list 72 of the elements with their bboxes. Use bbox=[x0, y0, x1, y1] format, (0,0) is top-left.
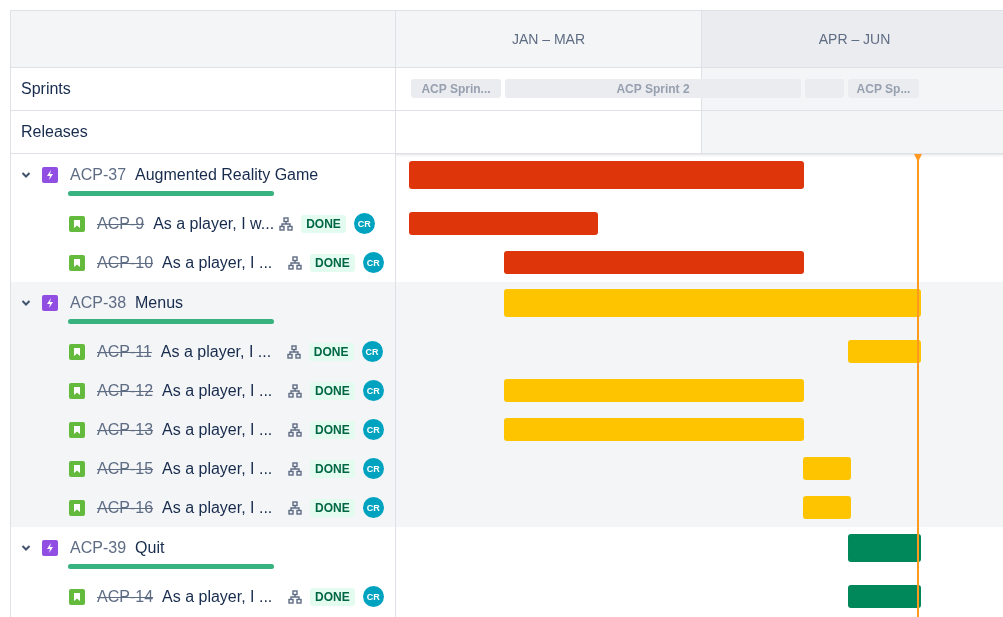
bookmark-icon bbox=[69, 421, 85, 438]
quarter-label: APR – JUN bbox=[818, 31, 891, 47]
issue-key[interactable]: ACP-9 bbox=[97, 214, 145, 233]
issue-key[interactable]: ACP-16 bbox=[97, 498, 154, 517]
bookmark-icon bbox=[69, 499, 85, 516]
avatar[interactable]: CR bbox=[362, 586, 384, 607]
lightning-icon bbox=[42, 166, 58, 183]
avatar[interactable]: CR bbox=[362, 419, 384, 440]
row-label: Sprints bbox=[21, 80, 71, 98]
bookmark-icon bbox=[69, 254, 85, 271]
issue-summary[interactable]: As a player, I ... bbox=[162, 498, 287, 517]
status-lozenge[interactable]: DONE bbox=[310, 587, 355, 606]
epic-bar[interactable] bbox=[409, 161, 804, 189]
avatar[interactable]: CR bbox=[362, 458, 384, 479]
issue-summary[interactable]: As a player, I ... bbox=[162, 420, 287, 439]
status-lozenge[interactable]: DONE bbox=[308, 342, 354, 361]
hierarchy-icon bbox=[288, 500, 303, 515]
issue-key[interactable]: ACP-38 bbox=[70, 293, 127, 312]
status-lozenge[interactable]: DONE bbox=[310, 498, 355, 517]
lightning-icon bbox=[42, 294, 58, 311]
avatar[interactable]: CR bbox=[362, 380, 384, 401]
issue-bar[interactable] bbox=[504, 379, 804, 402]
hierarchy-icon bbox=[288, 255, 303, 270]
issue-bar[interactable] bbox=[848, 585, 921, 608]
issue-summary[interactable]: As a player, I ... bbox=[162, 459, 287, 478]
bookmark-icon bbox=[69, 588, 85, 605]
issue-summary[interactable]: As a player, I ... bbox=[162, 381, 287, 400]
status-lozenge[interactable]: DONE bbox=[310, 253, 355, 272]
issue-bar[interactable] bbox=[848, 340, 921, 363]
hierarchy-icon bbox=[288, 461, 303, 476]
issue-key[interactable]: ACP-10 bbox=[97, 253, 154, 272]
quarter-label: JAN – MAR bbox=[511, 31, 586, 47]
issue-summary[interactable]: As a player, I ... bbox=[162, 587, 287, 606]
avatar[interactable]: CR bbox=[353, 213, 375, 234]
epic-bar[interactable] bbox=[504, 289, 921, 317]
hierarchy-icon bbox=[288, 589, 303, 604]
issue-bar[interactable] bbox=[504, 251, 804, 274]
issue-key[interactable]: ACP-13 bbox=[97, 420, 154, 439]
avatar[interactable]: CR bbox=[361, 341, 383, 362]
epic-title[interactable]: Augmented Reality Game bbox=[135, 165, 319, 184]
hierarchy-icon bbox=[279, 216, 294, 231]
issue-key[interactable]: ACP-39 bbox=[70, 538, 127, 557]
issue-key[interactable]: ACP-12 bbox=[97, 381, 154, 400]
epic-title[interactable]: Quit bbox=[135, 538, 165, 557]
status-lozenge[interactable]: DONE bbox=[310, 420, 355, 439]
issue-bar[interactable] bbox=[803, 496, 851, 519]
issue-key[interactable]: ACP-14 bbox=[97, 587, 154, 606]
issue-bar[interactable] bbox=[504, 418, 804, 441]
epic-bar[interactable] bbox=[848, 534, 921, 562]
issue-summary[interactable]: As a player, I w... bbox=[153, 214, 278, 233]
bookmark-icon bbox=[69, 215, 85, 232]
issue-summary[interactable]: As a player, I ... bbox=[162, 253, 287, 272]
bookmark-icon bbox=[69, 382, 85, 399]
status-lozenge[interactable]: DONE bbox=[301, 214, 346, 233]
issue-key[interactable]: ACP-11 bbox=[97, 342, 152, 361]
issue-key[interactable]: ACP-15 bbox=[97, 459, 154, 478]
status-lozenge[interactable]: DONE bbox=[310, 459, 355, 478]
row-label: Releases bbox=[21, 123, 88, 141]
hierarchy-icon bbox=[288, 422, 303, 437]
hierarchy-icon bbox=[288, 383, 303, 398]
issue-bar[interactable] bbox=[803, 457, 851, 480]
issue-key[interactable]: ACP-37 bbox=[70, 165, 127, 184]
epic-title[interactable]: Menus bbox=[135, 293, 184, 312]
hierarchy-icon bbox=[286, 344, 301, 359]
avatar[interactable]: CR bbox=[362, 497, 384, 518]
bookmark-icon bbox=[69, 343, 85, 360]
issue-bar[interactable] bbox=[409, 212, 598, 235]
status-lozenge[interactable]: DONE bbox=[310, 381, 355, 400]
bookmark-icon bbox=[69, 460, 85, 477]
avatar[interactable]: CR bbox=[362, 252, 384, 273]
issue-summary[interactable]: As a player, I ... bbox=[160, 342, 285, 361]
lightning-icon bbox=[42, 539, 58, 556]
